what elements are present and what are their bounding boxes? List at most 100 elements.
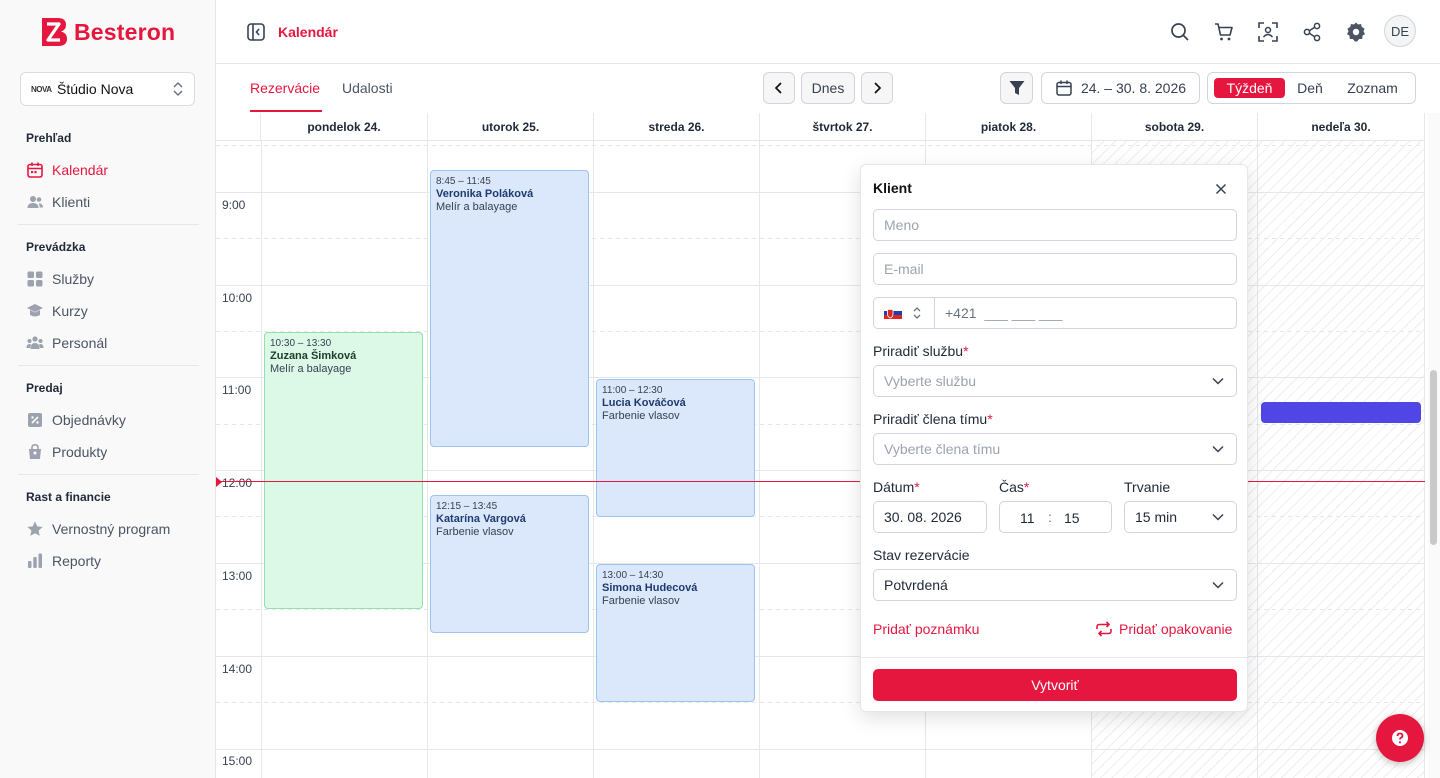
studio-selector[interactable]: NOVA Štúdio Nova <box>20 72 195 106</box>
duration-label: Trvanie <box>1124 479 1171 495</box>
phone-input[interactable]: +421 ___ ___ ___ <box>934 297 1237 329</box>
sidebar-collapse-icon[interactable] <box>246 22 266 42</box>
sidebar-item-reports[interactable]: Reporty <box>26 551 101 571</box>
new-booking-placeholder[interactable] <box>1261 402 1421 423</box>
day-header[interactable]: pondelok 24. <box>261 113 428 141</box>
brand-logo[interactable]: Besteron <box>40 16 175 48</box>
booking-event[interactable]: 13:00 – 14:30 Simona Hudecová Farbenie v… <box>596 564 755 702</box>
event-time: 13:00 – 14:30 <box>602 570 664 581</box>
booking-event[interactable]: 8:45 – 11:45 Veronika Poláková Melír a b… <box>430 170 589 447</box>
scan-icon[interactable] <box>1257 21 1279 43</box>
day-header[interactable]: štvrtok 27. <box>760 113 926 141</box>
grid-line <box>1424 141 1425 778</box>
day-header[interactable]: piatok 28. <box>926 113 1092 141</box>
service-label: Priradiť službu* <box>873 343 969 359</box>
gear-icon[interactable] <box>1345 21 1367 43</box>
sidebar-item-orders[interactable]: Objednávky <box>26 410 126 430</box>
today-button[interactable]: Dnes <box>801 72 855 104</box>
help-button[interactable] <box>1376 714 1424 762</box>
sidebar-item-label: Vernostný program <box>52 521 171 537</box>
sidebar-divider <box>18 474 199 475</box>
status-select[interactable]: Potvrdená <box>873 569 1237 601</box>
add-note-link[interactable]: Pridať poznámku <box>873 621 979 637</box>
repeat-icon <box>1096 621 1112 637</box>
hour-label: 13:00 <box>222 569 253 583</box>
phone-mask: ___ ___ ___ <box>984 305 1063 321</box>
calendar-icon <box>27 162 43 178</box>
top-bar: Kalendár DE <box>216 0 1440 64</box>
sidebar-item-products[interactable]: Produkty <box>26 442 107 462</box>
tab-reservations[interactable]: Rezervácie <box>250 80 320 96</box>
day-header[interactable]: streda 26. <box>594 113 760 141</box>
booking-event[interactable]: 11:00 – 12:30 Lucia Kováčová Farbenie vl… <box>596 379 755 517</box>
booking-event[interactable]: 10:30 – 13:30 Zuzana Šimková Melír a bal… <box>264 332 423 609</box>
popover-title: Klient <box>873 180 912 196</box>
sidebar-item-label: Reporty <box>52 553 102 569</box>
event-client: Veronika Poláková <box>436 188 534 200</box>
event-client: Simona Hudecová <box>602 582 698 594</box>
view-switcher: Týždeň Deň Zoznam <box>1207 72 1416 104</box>
add-repeat-link[interactable]: Pridať opakovanie <box>1095 621 1232 637</box>
day-header[interactable]: sobota 29. <box>1092 113 1258 141</box>
time-minute[interactable]: 15 <box>1064 510 1080 526</box>
event-service: Farbenie vlasov <box>436 526 514 538</box>
sidebar-item-courses[interactable]: Kurzy <box>26 301 88 321</box>
receipt-icon <box>28 413 42 427</box>
time-separator: : <box>1048 509 1052 525</box>
sidebar-divider <box>18 224 199 225</box>
event-time: 10:30 – 13:30 <box>270 338 332 349</box>
sidebar-item-loyalty[interactable]: Vernostný program <box>26 519 170 539</box>
booking-event[interactable]: 12:15 – 13:45 Katarína Vargová Farbenie … <box>430 495 589 633</box>
day-header[interactable]: utorok 25. <box>428 113 594 141</box>
grid-icon <box>27 271 43 287</box>
tab-events[interactable]: Udalosti <box>342 80 393 96</box>
sidebar-item-label: Objednávky <box>52 412 126 428</box>
studio-name: Štúdio Nova <box>57 81 134 97</box>
date-input[interactable]: 30. 08. 2026 <box>873 501 987 533</box>
event-service: Farbenie vlasov <box>602 595 680 607</box>
sidebar-item-staff[interactable]: Personál <box>26 333 107 353</box>
sidebar-item-label: Kurzy <box>52 303 88 319</box>
view-week[interactable]: Týždeň <box>1214 78 1285 98</box>
duration-select[interactable]: 15 min <box>1124 501 1237 533</box>
sidebar-item-services[interactable]: Služby <box>26 269 94 289</box>
sidebar-item-label: Služby <box>52 271 95 287</box>
next-week-button[interactable] <box>861 72 893 104</box>
day-header[interactable]: nedeľa 30. <box>1258 113 1425 141</box>
client-name-input[interactable]: Meno <box>873 209 1237 241</box>
time-hour[interactable]: 11 <box>1020 510 1035 526</box>
create-booking-button[interactable]: Vytvoriť <box>873 669 1237 701</box>
star-icon <box>27 521 43 536</box>
time-input[interactable]: 11 : 15 <box>999 501 1112 533</box>
staff-select[interactable]: Vyberte člena tímu <box>873 433 1237 465</box>
search-icon[interactable] <box>1169 21 1191 43</box>
calendar-icon <box>1056 80 1072 96</box>
bar-chart-icon <box>28 553 42 568</box>
cart-icon[interactable] <box>1213 21 1235 43</box>
event-time: 12:15 – 13:45 <box>436 501 498 512</box>
section-title-operations: Prevádzka <box>26 240 86 254</box>
view-list[interactable]: Zoznam <box>1340 78 1405 98</box>
client-email-input[interactable]: E-mail <box>873 253 1237 285</box>
share-icon[interactable] <box>1301 21 1323 43</box>
avatar[interactable]: DE <box>1384 15 1416 47</box>
sidebar-item-label: Klienti <box>52 194 91 210</box>
current-time-marker <box>216 477 222 487</box>
prev-week-button[interactable] <box>763 72 795 104</box>
chevron-down-icon <box>1212 581 1224 589</box>
grid-line <box>1257 141 1258 778</box>
service-select[interactable]: Vyberte službu <box>873 365 1237 397</box>
graduation-cap-icon <box>27 304 43 317</box>
question-mark-icon <box>1392 730 1408 746</box>
date-range-picker[interactable]: 24. – 30. 8. 2026 <box>1041 72 1200 104</box>
filter-button[interactable] <box>1000 72 1033 104</box>
sidebar-item-clients[interactable]: Klienti <box>26 192 90 212</box>
calendar-scrollbar-thumb[interactable] <box>1430 370 1437 545</box>
phone-country-select[interactable] <box>873 297 935 329</box>
view-day[interactable]: Deň <box>1290 78 1330 98</box>
sidebar-item-calendar[interactable]: Kalendár <box>26 160 108 180</box>
close-icon[interactable] <box>1213 181 1229 197</box>
staff-label: Priradiť člena tímu* <box>873 411 993 427</box>
users-icon <box>27 196 43 208</box>
section-title-sales: Predaj <box>26 381 63 395</box>
